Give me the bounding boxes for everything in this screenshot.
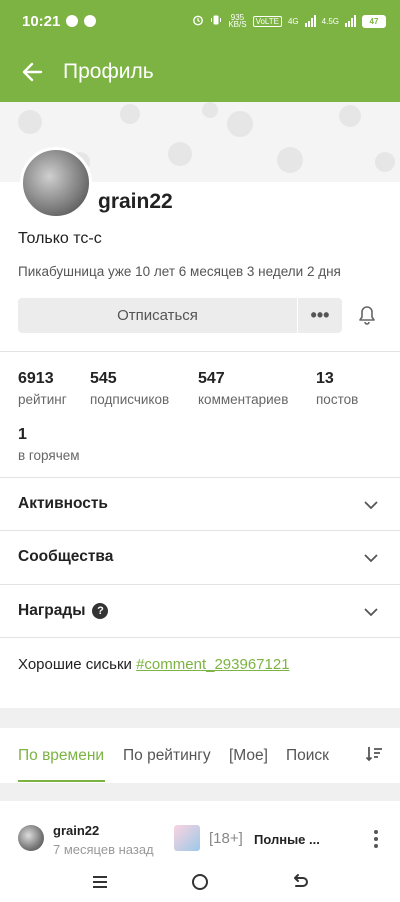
vibrate-icon (210, 14, 222, 28)
divider (0, 637, 400, 638)
chat-notification-icon (66, 15, 79, 27)
active-tab-indicator (18, 780, 105, 782)
stat-subscribers[interactable]: 545 подписчиков (90, 370, 169, 407)
status-bar: 10:21 935 KB/S VoLTE 4G 4.5G 47 (0, 0, 400, 42)
alarm-icon (192, 14, 204, 28)
app-bar: Профиль (0, 42, 400, 102)
chevron-down-icon (364, 554, 378, 563)
tab-by-rating[interactable]: По рейтингу (123, 747, 211, 765)
post-sort-tabs: По времени По рейтингу [Мое] Поиск (0, 728, 400, 782)
back-icon[interactable] (290, 872, 310, 892)
unsubscribe-button[interactable]: Отписаться (18, 298, 297, 333)
app-notification-icon (84, 15, 97, 27)
post-title[interactable]: Полные ... (254, 832, 320, 847)
sort-icon[interactable] (365, 745, 383, 763)
post-author-avatar[interactable] (18, 825, 44, 851)
signal-45g-label: 4.5G (321, 16, 339, 26)
signal-icon-2 (345, 15, 356, 27)
kebab-menu-icon[interactable] (369, 828, 383, 850)
tab-by-time[interactable]: По времени (18, 747, 104, 765)
battery-icon: 47 (362, 14, 386, 28)
section-gap (0, 783, 400, 801)
clock: 10:21 (22, 12, 61, 30)
profile-note: Хорошие сиськи #comment_293967121 (18, 656, 290, 673)
section-gap (0, 708, 400, 728)
profile-bio: Только тс-с (18, 230, 102, 247)
post-thumbnail[interactable] (174, 825, 200, 851)
more-options-button[interactable]: ••• (298, 298, 342, 333)
adult-tag: [18+] (209, 830, 243, 847)
menu-icon[interactable] (90, 872, 110, 892)
profile-avatar[interactable] (20, 147, 92, 219)
divider (0, 351, 400, 352)
stat-posts[interactable]: 13 постов (316, 370, 358, 407)
back-arrow-icon[interactable] (20, 60, 44, 84)
system-nav-bar (0, 862, 400, 902)
home-icon[interactable] (190, 872, 210, 892)
page-title: Профиль (63, 60, 154, 83)
signal-icon (304, 15, 316, 27)
volte-badge: VoLTE (252, 15, 282, 27)
profile-username: grain22 (98, 190, 173, 213)
post-time: 7 месяцев назад (53, 842, 154, 857)
post-author[interactable]: grain22 (53, 823, 99, 838)
tab-mine[interactable]: [Мое] (229, 747, 268, 765)
profile-tenure: Пикабушница уже 10 лет 6 месяцев 3 недел… (18, 264, 341, 279)
chevron-down-icon (364, 501, 378, 510)
bell-icon[interactable] (356, 304, 378, 326)
section-activity[interactable]: Активность (0, 478, 400, 530)
comment-link[interactable]: #comment_293967121 (136, 656, 289, 673)
section-communities[interactable]: Сообщества (0, 531, 400, 583)
stat-hot[interactable]: 1в горячем (18, 426, 80, 463)
stat-comments[interactable]: 547 комментариев (198, 370, 288, 407)
chevron-down-icon (364, 608, 378, 617)
section-awards[interactable]: Награды ? (0, 585, 400, 637)
stat-rating: 6913 рейтинг (18, 370, 67, 407)
network-speed: 935 KB/S (228, 13, 247, 29)
signal-4g-label: 4G (287, 16, 299, 26)
help-icon[interactable]: ? (92, 603, 109, 619)
tab-search[interactable]: Поиск (286, 747, 329, 765)
